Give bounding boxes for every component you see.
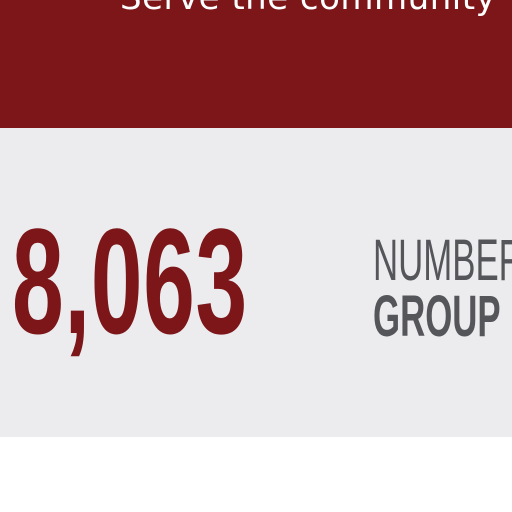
- stat-label-line2: GROUP: [373, 284, 501, 349]
- stat-panel: 8,063 NUMBER GROUP: [0, 128, 512, 437]
- tagline: Serve the community: [120, 0, 496, 18]
- page: Serve the community 8,063 NUMBER GROUP: [0, 0, 512, 512]
- stat-label-line1: NUMBER: [373, 228, 512, 293]
- stat-value: 8,063: [12, 197, 248, 365]
- header-band: Serve the community: [0, 0, 512, 128]
- footer-space: [0, 437, 512, 512]
